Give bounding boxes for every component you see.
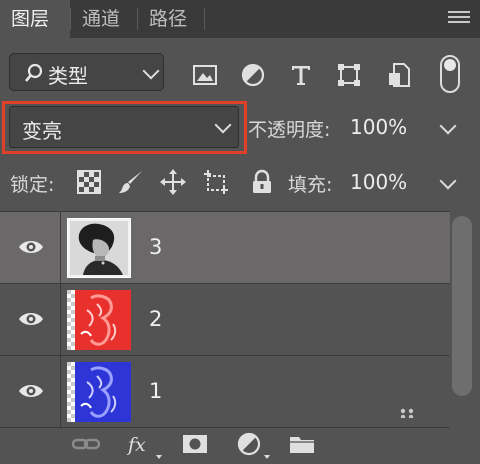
lock-position-move-icon[interactable] xyxy=(160,169,186,195)
layer-name: 2 xyxy=(149,307,163,331)
eye-icon[interactable] xyxy=(18,382,44,400)
lock-all-icon[interactable] xyxy=(249,169,275,195)
opacity-chevron-down-icon[interactable] xyxy=(439,117,457,135)
eye-icon[interactable] xyxy=(18,238,44,256)
layer-thumbnail-red xyxy=(67,290,131,350)
add-mask-icon[interactable] xyxy=(181,432,209,456)
type-filter-icon[interactable] xyxy=(288,62,314,88)
link-layers-icon[interactable] xyxy=(72,432,100,456)
layers-scrollbar[interactable] xyxy=(452,216,472,396)
eye-icon[interactable] xyxy=(18,310,44,328)
visibility-cell xyxy=(0,212,61,283)
chevron-down-icon xyxy=(214,116,232,134)
layer-thumbnail-blue xyxy=(67,362,131,422)
chevron-down-icon xyxy=(142,62,160,80)
filter-kind-label: 类型 xyxy=(48,64,88,88)
lock-label: 锁定: xyxy=(10,174,55,196)
layer-thumbnail-portrait xyxy=(67,218,131,278)
layer-name: 3 xyxy=(149,235,163,259)
lock-image-pixels-brush-icon[interactable] xyxy=(118,169,144,195)
resize-grip-icon[interactable] xyxy=(400,408,416,418)
layer-row-3[interactable]: 3 xyxy=(0,212,450,284)
panel-menu-icon[interactable] xyxy=(448,11,470,27)
smart-object-filter-icon[interactable] xyxy=(386,62,412,88)
visibility-cell xyxy=(0,284,61,355)
fill-input[interactable]: 100% xyxy=(350,170,407,194)
adjustment-filter-icon[interactable] xyxy=(240,62,266,88)
lock-transparent-pixels-icon[interactable] xyxy=(76,169,102,195)
svg-text:fx: fx xyxy=(126,434,146,456)
group-folder-icon[interactable] xyxy=(288,432,316,456)
fill-label: 填充: xyxy=(288,174,333,196)
tab-channels[interactable]: 通道 xyxy=(71,0,137,38)
adjustment-layer-icon[interactable] xyxy=(236,432,264,456)
image-filter-icon[interactable] xyxy=(192,62,218,88)
layer-row-2[interactable]: 2 xyxy=(0,284,450,356)
filter-kind-select[interactable]: 类型 xyxy=(9,53,164,91)
lock-artboard-icon[interactable] xyxy=(203,169,229,195)
layers-panel: 图层 通道 路径 类型 变亮 不透明度: 100% 锁定: 填充: 100% 3… xyxy=(0,0,480,464)
filter-toggle-switch[interactable] xyxy=(440,55,460,93)
shape-filter-icon[interactable] xyxy=(336,62,362,88)
layer-name: 1 xyxy=(149,379,163,403)
blend-mode-label: 变亮 xyxy=(22,119,62,143)
adjustment-menu-arrow-icon[interactable] xyxy=(264,455,270,459)
layer-style-fx-icon[interactable]: fx xyxy=(126,432,154,456)
layer-row-1[interactable]: 1 xyxy=(0,356,450,428)
tab-bar: 图层 通道 路径 xyxy=(0,0,480,38)
tab-paths[interactable]: 路径 xyxy=(138,0,204,38)
fx-menu-arrow-icon[interactable] xyxy=(156,455,162,459)
layers-list: 3 2 1 xyxy=(0,211,450,431)
tab-layers[interactable]: 图层 xyxy=(0,0,70,38)
opacity-label: 不透明度: xyxy=(248,119,331,141)
toggle-knob xyxy=(444,59,456,71)
blend-mode-select[interactable]: 变亮 xyxy=(9,106,239,148)
tab-separator xyxy=(204,8,205,30)
search-icon xyxy=(25,63,43,82)
visibility-cell xyxy=(0,356,61,427)
opacity-input[interactable]: 100% xyxy=(350,115,407,139)
fill-chevron-down-icon[interactable] xyxy=(439,172,457,190)
